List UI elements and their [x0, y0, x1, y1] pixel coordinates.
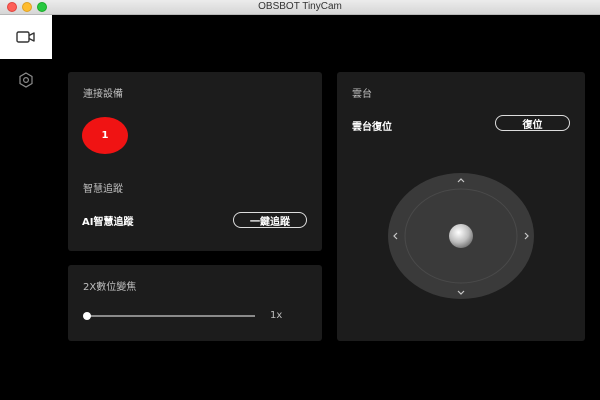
sidebar: [0, 15, 52, 400]
zoom-slider-track[interactable]: [87, 315, 255, 317]
zoom-value: 1x: [270, 310, 283, 321]
camera-icon: [16, 31, 35, 43]
connect-device-title: 連接設備: [83, 89, 123, 100]
sidebar-item-settings[interactable]: [0, 59, 52, 101]
device-connection-panel: 連接設備 1 智慧追蹤 AI智慧追蹤 一鍵追蹤: [68, 72, 322, 251]
window-titlebar: OBSBOT TinyCam: [0, 0, 600, 15]
digital-zoom-title: 2X數位變焦: [83, 282, 137, 293]
gimbal-panel: 雲台 雲台復位 復位: [337, 72, 585, 341]
settings-hexagon-icon: [19, 72, 33, 88]
joystick-knob[interactable]: [449, 224, 473, 248]
one-click-tracking-button[interactable]: 一鍵追蹤: [233, 212, 307, 228]
gimbal-reset-button[interactable]: 復位: [495, 115, 570, 131]
ai-tracking-label: AI智慧追蹤: [82, 217, 134, 228]
gimbal-title: 雲台: [352, 89, 372, 100]
zoom-slider-thumb[interactable]: [83, 312, 91, 320]
digital-zoom-panel: 2X數位變焦 1x: [68, 265, 322, 341]
gimbal-joystick[interactable]: [388, 173, 534, 299]
sidebar-item-camera[interactable]: [0, 15, 52, 59]
gimbal-reset-label: 雲台復位: [352, 122, 392, 133]
smart-tracking-title: 智慧追蹤: [83, 184, 123, 195]
window-title: OBSBOT TinyCam: [258, 1, 342, 12]
device-badge[interactable]: 1: [82, 117, 128, 154]
